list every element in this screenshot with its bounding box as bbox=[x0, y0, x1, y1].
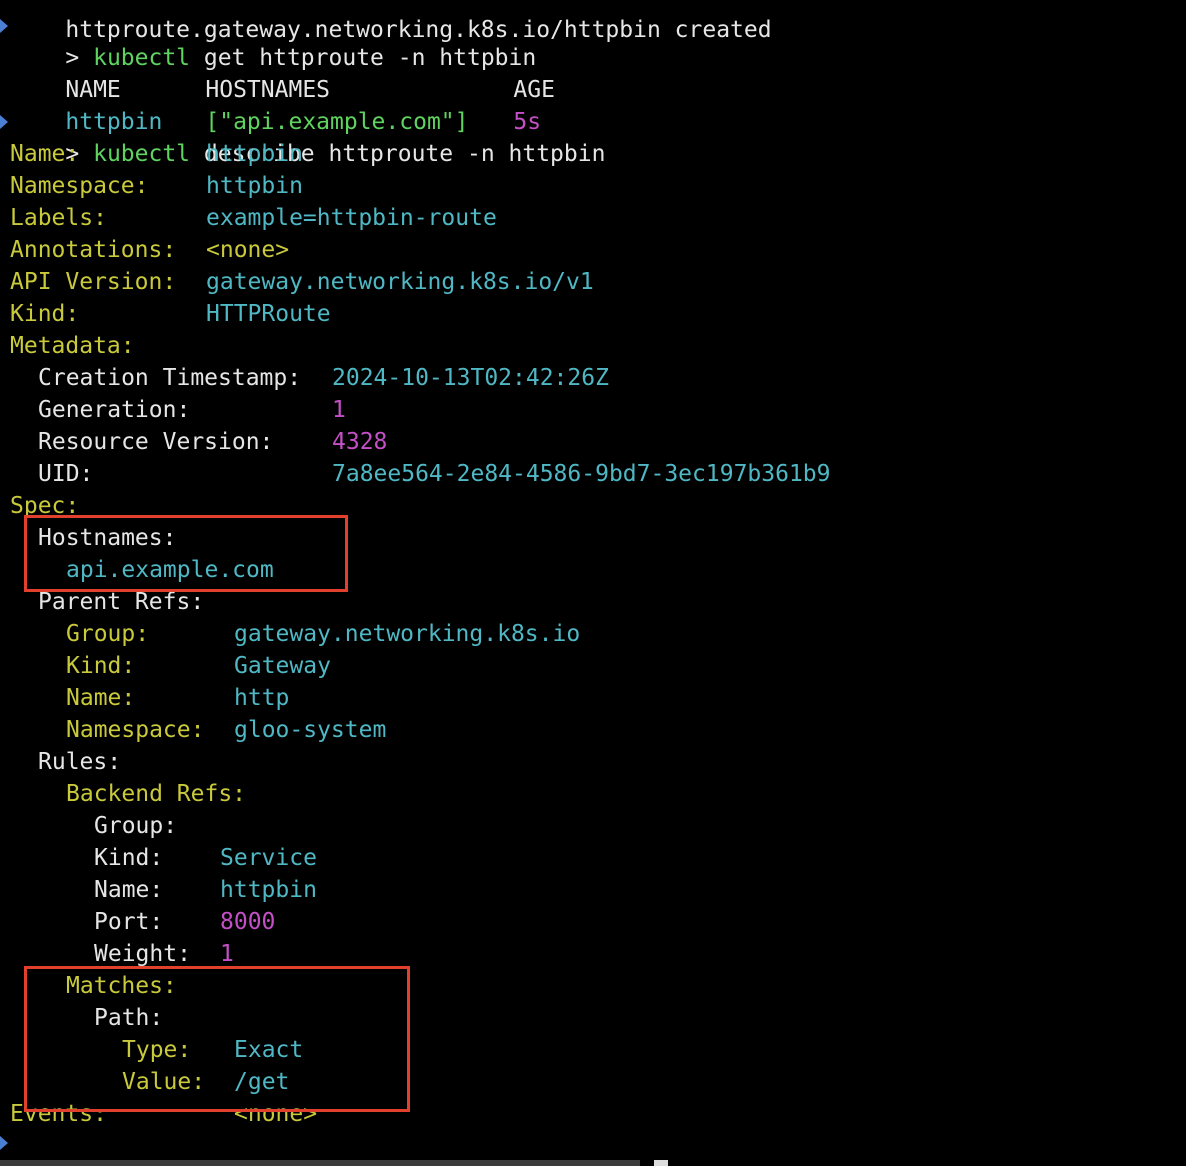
field-value: httpbin bbox=[206, 170, 303, 202]
field-value-text: 1 bbox=[220, 941, 234, 967]
field-key: Kind: bbox=[10, 301, 80, 327]
field-labels: Labels: bbox=[10, 202, 107, 234]
field-key: Port: bbox=[94, 909, 164, 935]
table-row: httpbin bbox=[10, 74, 162, 135]
horizontal-scrollbar[interactable] bbox=[0, 1160, 640, 1166]
field-kind: Kind: bbox=[10, 298, 79, 330]
cursor-block bbox=[654, 1160, 668, 1166]
section-key: Backend Refs: bbox=[66, 781, 247, 807]
field-key: Group: bbox=[94, 813, 178, 839]
section-key: Rules: bbox=[38, 749, 122, 775]
field-value: 7a8ee564-2e84-4586-9bd7-3ec197b361b9 bbox=[332, 458, 831, 490]
field-key: Weight: bbox=[94, 941, 191, 967]
field-value: 2024-10-13T02:42:26Z bbox=[332, 362, 609, 394]
table-header-cell: HOSTNAMES bbox=[150, 42, 330, 103]
field-value-text: gateway.networking.k8s.io/v1 bbox=[206, 269, 594, 295]
field-parent-name: Name: bbox=[66, 682, 135, 714]
table-header-cell: AGE bbox=[458, 42, 555, 103]
matches-highlight-box bbox=[24, 966, 410, 1112]
field-key: Group: bbox=[66, 621, 150, 647]
field-backend-kind: Kind: bbox=[94, 842, 163, 874]
field-key: Kind: bbox=[66, 653, 136, 679]
field-key: Annotations: bbox=[10, 237, 177, 263]
field-key: Creation Timestamp: bbox=[38, 365, 302, 391]
field-parent-kind: Kind: bbox=[66, 650, 135, 682]
field-value-text: 1 bbox=[332, 397, 346, 423]
field-value: 4328 bbox=[332, 426, 387, 458]
field-value-text: http bbox=[234, 685, 290, 711]
prompt-marker-icon bbox=[0, 1136, 8, 1150]
field-key: Name: bbox=[66, 685, 136, 711]
command-line-get: > kubectl get httproute -n httpbin bbox=[10, 10, 536, 71]
field-value-text: 4328 bbox=[332, 429, 388, 455]
field-key: Generation: bbox=[38, 397, 191, 423]
field-key: Namespace: bbox=[66, 717, 205, 743]
field-backend-port: Port: bbox=[94, 906, 163, 938]
prompt-marker-icon bbox=[0, 115, 8, 129]
field-annotations: Annotations: bbox=[10, 234, 176, 266]
command-program: kubectl bbox=[93, 141, 191, 167]
field-value: <none> bbox=[206, 234, 289, 266]
field-value-text: <none> bbox=[206, 237, 290, 263]
field-value: gloo-system bbox=[234, 714, 386, 746]
field-value: 8000 bbox=[220, 906, 275, 938]
field-value: gateway.networking.k8s.io/v1 bbox=[206, 266, 594, 298]
field-value-text: 8000 bbox=[220, 909, 276, 935]
field-backend-group: Group: bbox=[94, 810, 177, 842]
field-key: Resource Version: bbox=[38, 429, 274, 455]
field-value-text: httpbin bbox=[206, 173, 303, 199]
field-value-text: httpbin bbox=[206, 141, 303, 167]
field-namespace: Namespace: bbox=[10, 170, 148, 202]
field-value: Gateway bbox=[234, 650, 331, 682]
section-metadata: Metadata: bbox=[10, 330, 135, 362]
field-backend-name: Name: bbox=[94, 874, 163, 906]
field-value-text: gateway.networking.k8s.io bbox=[234, 621, 581, 647]
field-api-version: API Version: bbox=[10, 266, 176, 298]
field-value: http bbox=[234, 682, 289, 714]
field-value-text: httpbin bbox=[220, 877, 317, 903]
field-key: Kind: bbox=[94, 845, 164, 871]
field-resource-version: Resource Version: bbox=[38, 426, 273, 458]
table-header-row: NAME bbox=[10, 42, 120, 103]
field-value-text: gloo-system bbox=[234, 717, 387, 743]
section-backend-refs: Backend Refs: bbox=[66, 778, 246, 810]
field-key: Name: bbox=[10, 141, 80, 167]
field-value-text: Service bbox=[220, 845, 317, 871]
field-value: Service bbox=[220, 842, 317, 874]
field-generation: Generation: bbox=[38, 394, 190, 426]
field-value-text: example=httpbin-route bbox=[206, 205, 497, 231]
section-key: Metadata: bbox=[10, 333, 135, 359]
field-key: API Version: bbox=[10, 269, 177, 295]
section-rules: Rules: bbox=[38, 746, 121, 778]
field-value: 1 bbox=[332, 394, 346, 426]
field-parent-namespace: Namespace: bbox=[66, 714, 204, 746]
field-creation-timestamp: Creation Timestamp: bbox=[38, 362, 301, 394]
field-value-text: Gateway bbox=[234, 653, 331, 679]
field-value: gateway.networking.k8s.io bbox=[234, 618, 580, 650]
field-key: Labels: bbox=[10, 205, 107, 231]
table-cell: ["api.example.com"] bbox=[150, 74, 468, 135]
section-key: Parent Refs: bbox=[38, 589, 205, 615]
field-key: Namespace: bbox=[10, 173, 149, 199]
field-value: httpbin bbox=[206, 138, 303, 170]
prompt-marker-icon bbox=[0, 19, 8, 33]
field-value: HTTPRoute bbox=[206, 298, 331, 330]
field-uid: UID: bbox=[38, 458, 93, 490]
field-key: UID: bbox=[38, 461, 94, 487]
command-line-describe: > kubectl describe httproute -n httpbin bbox=[10, 106, 605, 167]
terminal-window[interactable]: httproute.gateway.networking.k8s.io/http… bbox=[0, 0, 1186, 1166]
hostnames-highlight-box bbox=[24, 515, 348, 592]
field-value-text: HTTPRoute bbox=[206, 301, 331, 327]
field-value-text: 2024-10-13T02:42:26Z bbox=[332, 365, 609, 391]
field-value: httpbin bbox=[220, 874, 317, 906]
field-value-text: 7a8ee564-2e84-4586-9bd7-3ec197b361b9 bbox=[332, 461, 831, 487]
field-name: Name: bbox=[10, 138, 79, 170]
field-value: example=httpbin-route bbox=[206, 202, 497, 234]
table-cell: 5s bbox=[458, 74, 541, 135]
field-parent-group: Group: bbox=[66, 618, 149, 650]
field-key: Name: bbox=[94, 877, 164, 903]
